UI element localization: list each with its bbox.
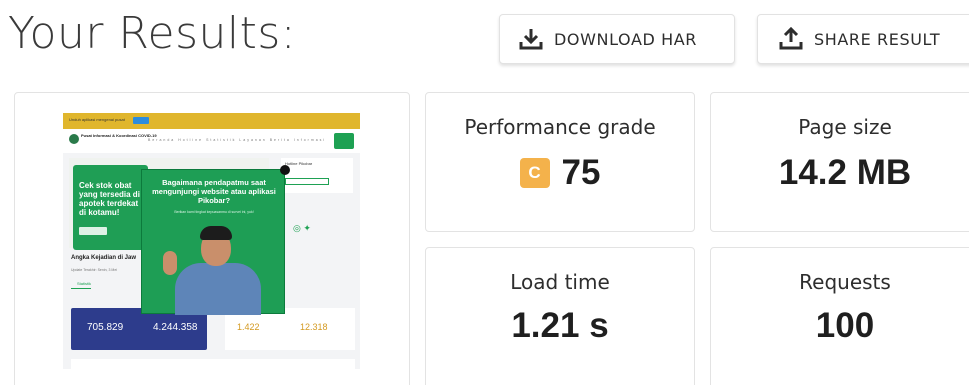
thumb-popup-close-icon [280, 165, 290, 175]
page-size-label: Page size [798, 115, 892, 139]
thumb-section-title: Angka Kejadian di Jaw [71, 255, 137, 261]
thumb-logo-icon [69, 134, 79, 144]
download-har-button[interactable]: DOWNLOAD HAR [499, 14, 735, 64]
thumb-stat2-jabar: 1.422 [237, 322, 260, 332]
thumb-hotline-card: Hotline Pikobar [281, 158, 353, 193]
load-time-value: 1.21 s [511, 306, 609, 345]
thumb-stat-indonesia: 4.244.358 [153, 322, 198, 333]
thumb-bottom-row [71, 359, 355, 369]
thumb-hotline-button [285, 178, 329, 185]
requests-card: Requests 100 [710, 247, 969, 385]
page-size-card: Page size 14.2 MB [710, 92, 969, 232]
performance-score: 75 [561, 153, 601, 192]
requests-label: Requests [799, 270, 891, 294]
thumb-tab: Statistik [77, 281, 92, 286]
thumb-nav-links: Beranda Hotline Statistik Layanan Berita… [148, 138, 327, 142]
page-title: Your Results: [8, 8, 297, 59]
performance-grade-value: C 75 [426, 153, 694, 193]
thumb-hero-button [79, 227, 107, 235]
thumb-popup-question: Bagaimana pendapatmu saat mengunjungi we… [152, 178, 276, 205]
download-icon [519, 29, 543, 50]
thumb-hero-text: Cek stok obat yang tersedia di apotek te… [79, 181, 140, 217]
performance-grade-label: Performance grade [464, 115, 656, 139]
grade-badge: C [519, 158, 550, 188]
thumb-social-icons: ◎ ✦ [293, 223, 311, 233]
thumb-banner-button [133, 117, 149, 124]
share-result-button[interactable]: SHARE RESULT [757, 14, 969, 64]
thumb-navbar: Pusat Informasi & Koordinasi COVID-19 Be… [63, 129, 360, 153]
thumb-popup-sub: Berikan kami tingkat kepuasanmu di surve… [174, 210, 254, 214]
requests-value: 100 [815, 306, 875, 345]
performance-grade-card: Performance grade C 75 [425, 92, 695, 232]
thumb-person-hair [200, 226, 232, 240]
share-icon [779, 27, 803, 50]
page-screenshot-thumbnail: Unduh aplikasi mengenai pusat Pusat Info… [63, 113, 360, 369]
page-screenshot-card: Unduh aplikasi mengenai pusat Pusat Info… [14, 92, 410, 385]
thumb-banner-text: Unduh aplikasi mengenai pusat [69, 117, 125, 122]
thumb-section-sub: Update Terakhir: Senin, 3 Mei [71, 268, 118, 272]
thumb-download-button [334, 133, 354, 149]
page-size-value: 14.2 MB [778, 153, 912, 192]
share-result-label: SHARE RESULT [814, 29, 941, 49]
thumb-person-hand [163, 251, 177, 275]
thumb-banner: Unduh aplikasi mengenai pusat [63, 113, 360, 129]
thumb-hero-card: Cek stok obat yang tersedia di apotek te… [73, 165, 148, 250]
thumb-hotline-title: Hotline Pikobar [285, 161, 313, 166]
thumb-stat2-indonesia: 12.318 [300, 322, 328, 332]
download-har-label: DOWNLOAD HAR [554, 29, 698, 49]
load-time-card: Load time 1.21 s [425, 247, 695, 385]
thumb-brand: Pusat Informasi & Koordinasi COVID-19 [81, 133, 157, 138]
load-time-label: Load time [510, 270, 610, 294]
thumb-tab-underline [71, 288, 91, 289]
thumb-stat-jabar: 705.829 [87, 322, 124, 333]
thumb-person-body [175, 263, 261, 315]
